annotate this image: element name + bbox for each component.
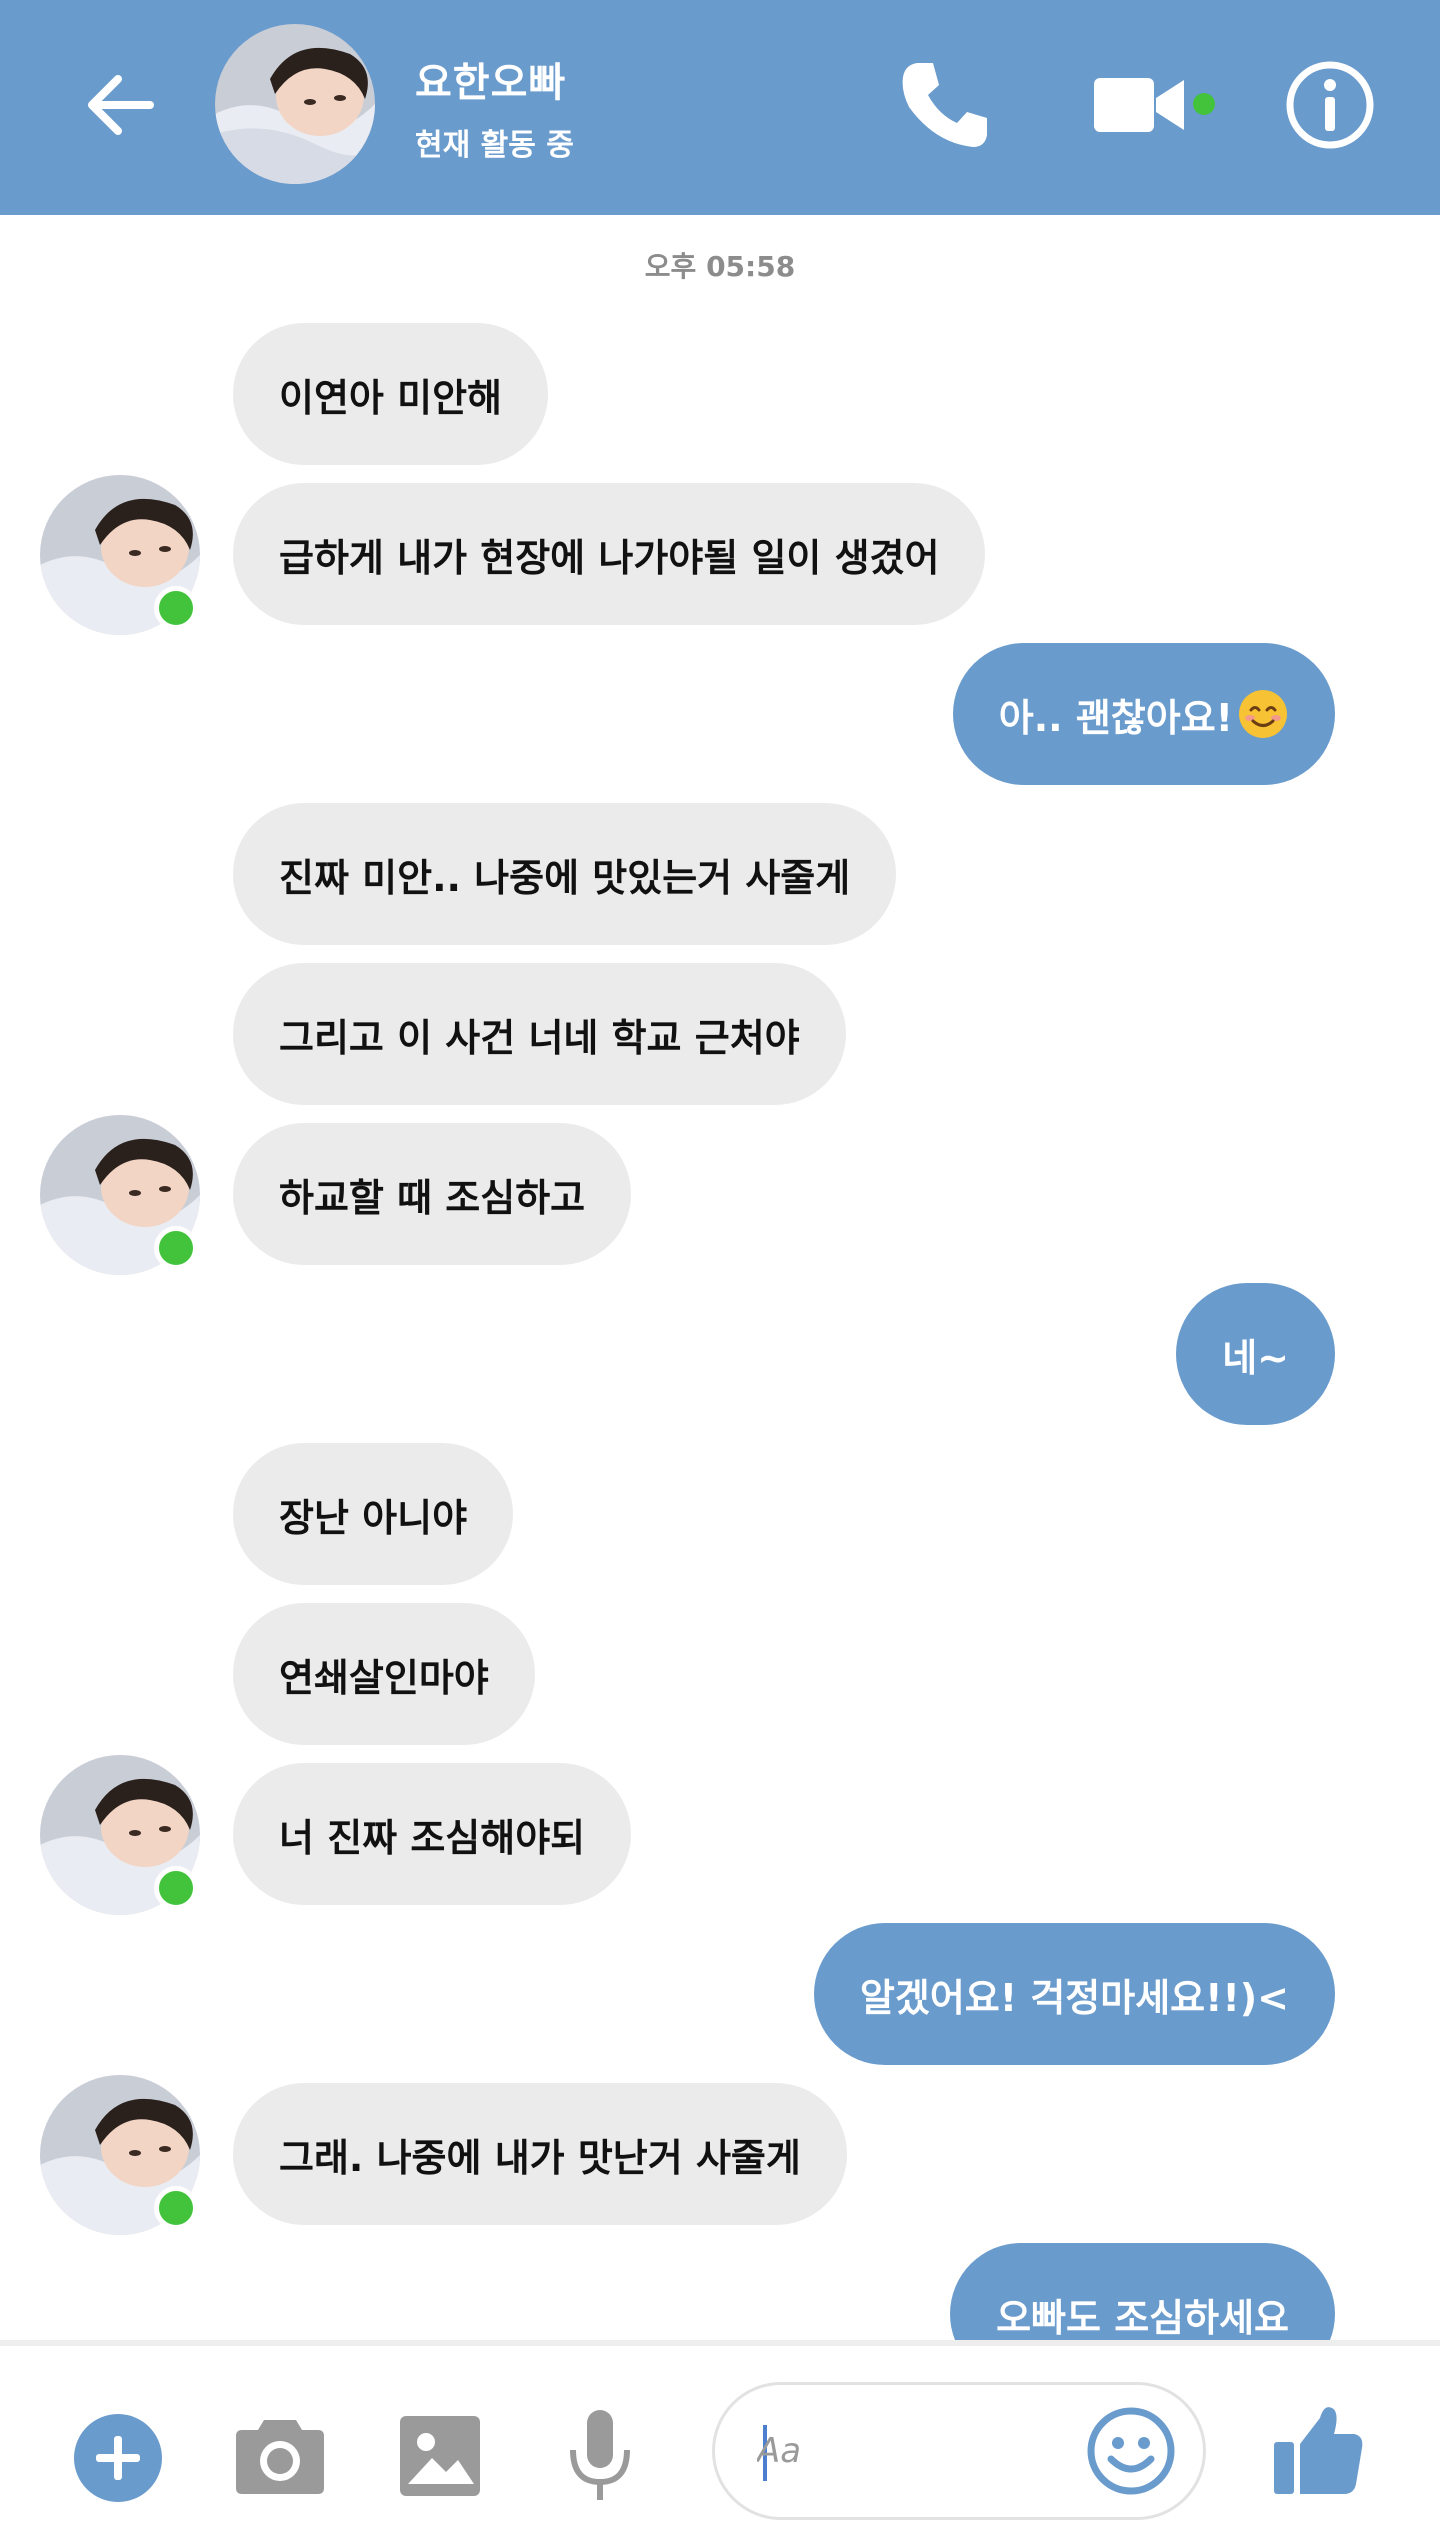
message-text: 장난 아니야	[279, 1495, 468, 1540]
message-incoming[interactable]: 그래. 나중에 내가 맛난거 사줄게	[233, 2083, 847, 2225]
message-text: 이연아 미안해	[279, 375, 502, 420]
message-text: 진짜 미안.. 나중에 맛있는거 사줄게	[279, 855, 851, 900]
image-icon	[400, 2416, 480, 2496]
composer-bar	[0, 2340, 1440, 2528]
video-online-dot	[1193, 93, 1215, 115]
message-incoming[interactable]: 너 진짜 조심해야되	[233, 1763, 632, 1905]
contact-name: 요한오빠	[415, 60, 567, 106]
message-timestamp: 오후 05:58	[644, 250, 796, 283]
message-text: 그래. 나중에 내가 맛난거 사줄게	[279, 2135, 801, 2180]
online-status-dot	[154, 2186, 198, 2230]
info-button[interactable]	[1280, 55, 1380, 155]
message-outgoing[interactable]: 아.. 괜찮아요!	[952, 643, 1335, 785]
message-incoming[interactable]: 이연아 미안해	[233, 323, 548, 465]
message-text: 너 진짜 조심해야되	[279, 1815, 586, 1860]
online-status-dot	[154, 586, 198, 630]
voice-message-button[interactable]	[565, 2406, 635, 2506]
gallery-button[interactable]	[398, 2414, 482, 2498]
emoji-button[interactable]	[1085, 2405, 1177, 2497]
plus-icon	[74, 2414, 162, 2502]
phone-icon	[902, 63, 987, 147]
chat-header: 요한오빠 현재 활동 중	[0, 0, 1440, 215]
message-incoming[interactable]: 진짜 미안.. 나중에 맛있는거 사줄게	[233, 803, 897, 945]
message-incoming[interactable]: 연쇄살인마야	[233, 1603, 535, 1745]
emoji-icon	[1087, 2407, 1175, 2495]
smiling-face-emoji-icon	[1239, 690, 1287, 738]
microphone-icon	[570, 2410, 630, 2500]
contact-avatar[interactable]	[215, 24, 375, 184]
back-arrow-icon	[88, 75, 154, 135]
info-icon	[1286, 61, 1374, 149]
contact-status: 현재 활동 중	[415, 128, 574, 163]
message-text: 알겠어요! 걱정마세요!!)<	[859, 1975, 1289, 2020]
thumbs-up-icon	[1274, 2407, 1363, 2494]
like-button[interactable]	[1270, 2400, 1366, 2500]
message-input-field[interactable]	[712, 2382, 1206, 2520]
message-text: 네~	[1222, 1335, 1289, 1380]
message-text: 아.. 괜찮아요!	[998, 695, 1233, 740]
message-incoming[interactable]: 장난 아니야	[233, 1443, 514, 1585]
video-camera-icon	[1094, 78, 1184, 132]
message-incoming[interactable]: 그리고 이 사건 너네 학교 근처야	[233, 963, 846, 1105]
message-input[interactable]	[755, 2415, 1059, 2487]
avatar-image	[215, 24, 375, 184]
online-status-dot	[154, 1226, 198, 1270]
message-text: 하교할 때 조심하고	[279, 1175, 586, 1220]
camera-button[interactable]	[234, 2412, 326, 2498]
message-text: 오빠도 조심하세요	[996, 2295, 1289, 2340]
message-incoming[interactable]: 하교할 때 조심하고	[233, 1123, 632, 1265]
message-text: 연쇄살인마야	[279, 1655, 489, 1700]
camera-icon	[236, 2420, 324, 2494]
voice-call-button[interactable]	[895, 55, 995, 155]
message-outgoing[interactable]: 알겠어요! 걱정마세요!!)<	[813, 1923, 1335, 2065]
online-status-dot	[154, 1866, 198, 1910]
message-text: 급하게 내가 현장에 나가야될 일이 생겼어	[279, 535, 940, 580]
back-button[interactable]	[70, 60, 170, 150]
more-actions-button[interactable]	[72, 2412, 164, 2504]
message-incoming[interactable]: 급하게 내가 현장에 나가야될 일이 생겼어	[233, 483, 986, 625]
message-outgoing[interactable]: 네~	[1176, 1283, 1335, 1425]
chat-screen: 요한오빠 현재 활동 중 오후 05:58 이연아 미안해 급하게 내가 현장에…	[0, 0, 1440, 2528]
message-text: 그리고 이 사건 너네 학교 근처야	[279, 1015, 800, 1060]
